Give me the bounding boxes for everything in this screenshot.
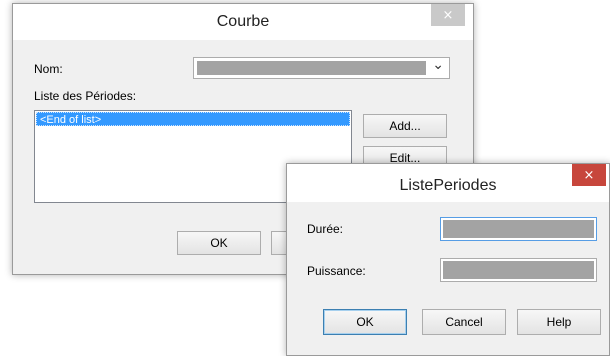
courbe-close-button[interactable]: × [431,4,465,26]
courbe-ok-button[interactable]: OK [177,231,261,255]
listeperiodes-title: ListePeriodes [399,177,497,194]
listeperiodes-cancel-button[interactable]: Cancel [422,309,506,335]
nom-label: Nom: [34,62,63,76]
puissance-label: Puissance: [307,264,366,278]
courbe-title: Courbe [216,13,270,30]
periodes-label: Liste des Périodes: [34,89,137,103]
listeperiodes-ok-button[interactable]: OK [323,309,407,335]
puissance-input[interactable] [440,258,597,282]
puissance-value [443,261,594,279]
nom-dropdown-value [197,61,426,75]
list-item-label: <End of list> [40,114,102,126]
duree-label: Durée: [307,222,344,236]
close-icon: × [583,167,595,183]
listeperiodes-help-button[interactable]: Help [517,309,601,335]
duree-input[interactable] [440,217,597,241]
add-button[interactable]: Add... [363,114,447,138]
chevron-down-icon: ⌄ [432,57,444,73]
listeperiodes-close-button[interactable]: × [572,164,606,186]
duree-value [443,220,594,238]
listeperiodes-titlebar[interactable]: ListePeriodes × [287,164,609,202]
courbe-titlebar[interactable]: Courbe × [13,4,473,40]
list-item[interactable]: <End of list> [36,112,350,126]
nom-dropdown[interactable]: ⌄ [193,57,450,79]
listeperiodes-dialog: ListePeriodes × Durée: Puissance: OK Can… [286,163,610,356]
close-icon: × [442,7,454,23]
